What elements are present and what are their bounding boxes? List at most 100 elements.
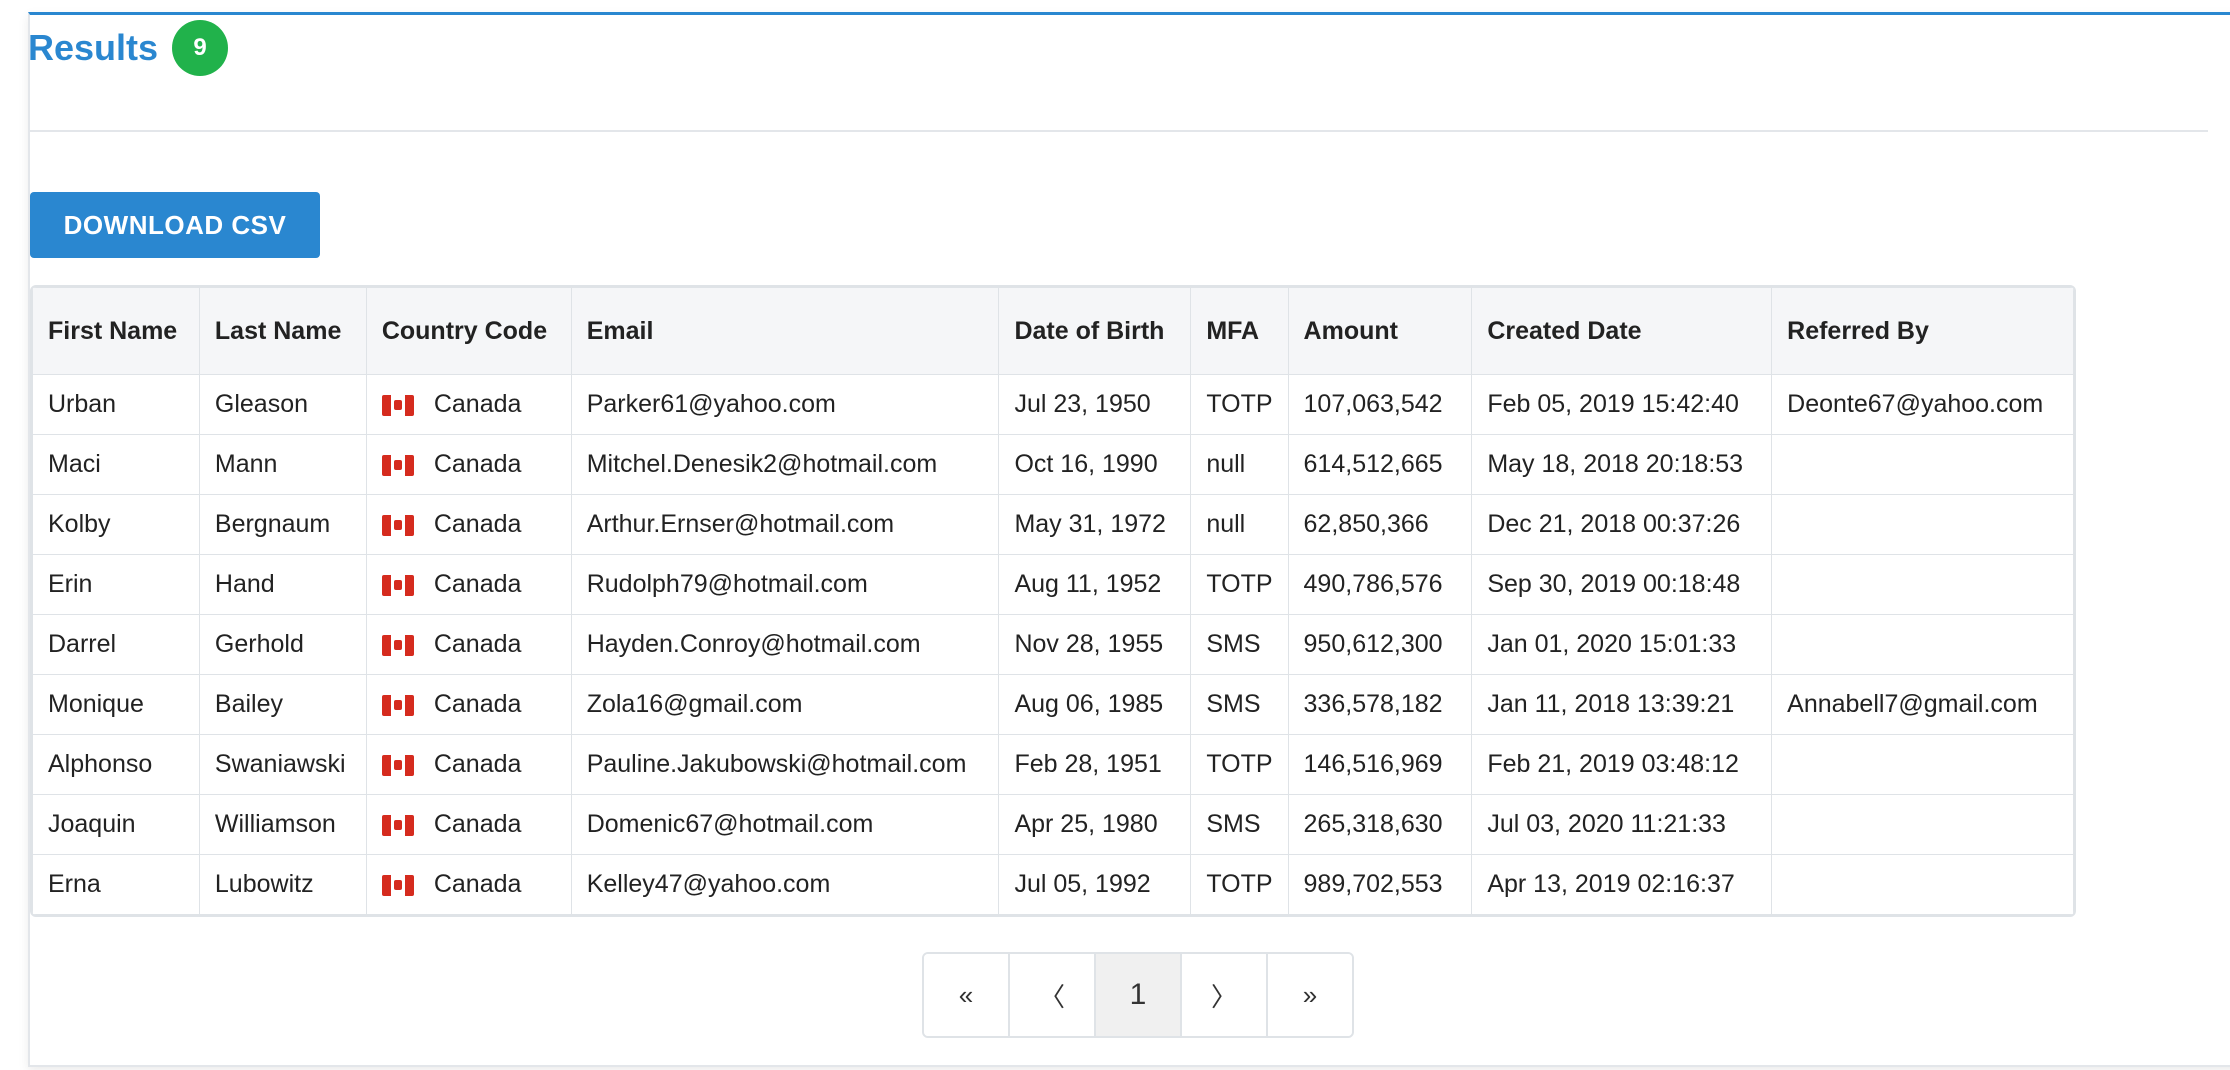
- cell-referred-by: [1771, 734, 2074, 795]
- cell-mfa: null: [1190, 494, 1289, 555]
- cell-first-name: Erin: [32, 554, 200, 615]
- canada-flag-icon: [381, 754, 414, 776]
- canada-flag-icon: [381, 694, 414, 716]
- cell-country-code: Canada: [365, 854, 572, 915]
- cell-last-name: Mann: [198, 434, 367, 495]
- column-header-email: Email: [570, 287, 1000, 375]
- cell-created-date: Feb 21, 2019 03:48:12: [1471, 734, 1773, 795]
- cell-mfa: TOTP: [1190, 374, 1289, 435]
- cell-country-code: Canada: [365, 374, 572, 435]
- country-name: Canada: [433, 690, 522, 718]
- column-header-referred-by: Referred By: [1771, 287, 2074, 375]
- cell-referred-by: [1771, 434, 2074, 495]
- cell-first-name: Urban: [32, 374, 200, 435]
- first-page-button[interactable]: «: [924, 954, 1010, 1036]
- table-row: Erin Hand Canada Rudolph79@hotmail.com Aug 1…: [32, 554, 2074, 615]
- canada-flag-icon: [381, 394, 414, 416]
- cell-last-name: Swaniawski: [198, 734, 367, 795]
- cell-amount: 490,786,576: [1287, 554, 1473, 615]
- cell-mfa: TOTP: [1190, 734, 1289, 795]
- cell-created-date: Sep 30, 2019 00:18:48: [1471, 554, 1773, 615]
- cell-email: Parker61@yahoo.com: [570, 374, 1000, 435]
- column-header-created-date: Created Date: [1471, 287, 1773, 375]
- page-1-button[interactable]: 1: [1096, 954, 1182, 1036]
- column-header-last-name: Last Name: [198, 287, 367, 375]
- prev-page-button[interactable]: 〈: [1010, 954, 1096, 1036]
- cell-date-of-birth: Feb 28, 1951: [998, 734, 1192, 795]
- cell-country-code: Canada: [365, 554, 572, 615]
- cell-country-code: Canada: [365, 434, 572, 495]
- column-header-mfa: MFA: [1190, 287, 1289, 375]
- cell-email: Arthur.Ernser@hotmail.com: [570, 494, 1000, 555]
- canada-flag-icon: [381, 454, 414, 476]
- country-name: Canada: [433, 630, 522, 658]
- cell-created-date: Jan 11, 2018 13:39:21: [1471, 674, 1773, 735]
- cell-first-name: Monique: [32, 674, 200, 735]
- country-name: Canada: [433, 870, 522, 898]
- cell-mfa: SMS: [1190, 794, 1289, 855]
- cell-created-date: May 18, 2018 20:18:53: [1471, 434, 1773, 495]
- cell-amount: 265,318,630: [1287, 794, 1473, 855]
- column-header-amount: Amount: [1287, 287, 1473, 375]
- cell-referred-by: [1771, 794, 2074, 855]
- cell-first-name: Maci: [32, 434, 200, 495]
- cell-amount: 146,516,969: [1287, 734, 1473, 795]
- country-name: Canada: [433, 750, 522, 778]
- cell-email: Mitchel.Denesik2@hotmail.com: [570, 434, 1000, 495]
- cell-mfa: TOTP: [1190, 854, 1289, 915]
- last-page-button[interactable]: »: [1268, 954, 1352, 1036]
- cell-amount: 62,850,366: [1287, 494, 1473, 555]
- cell-referred-by: [1771, 554, 2074, 615]
- results-header: Results 9: [28, 18, 229, 78]
- canada-flag-icon: [381, 874, 414, 896]
- cell-date-of-birth: Apr 25, 1980: [998, 794, 1192, 855]
- cell-amount: 950,612,300: [1287, 614, 1473, 675]
- cell-last-name: Gerhold: [198, 614, 367, 675]
- cell-last-name: Bergnaum: [198, 494, 367, 555]
- canada-flag-icon: [381, 514, 414, 536]
- cell-last-name: Bailey: [198, 674, 367, 735]
- cell-last-name: Gleason: [198, 374, 367, 435]
- cell-date-of-birth: Aug 11, 1952: [998, 554, 1192, 615]
- cell-referred-by: Deonte67@yahoo.com: [1771, 374, 2074, 435]
- cell-first-name: Kolby: [32, 494, 200, 555]
- results-table: First Name Last Name Country Code Email Date…: [30, 285, 2076, 917]
- cell-email: Domenic67@hotmail.com: [570, 794, 1000, 855]
- results-title: Results: [28, 27, 159, 68]
- cell-referred-by: [1771, 614, 2074, 675]
- cell-amount: 614,512,665: [1287, 434, 1473, 495]
- cell-country-code: Canada: [365, 734, 572, 795]
- next-page-button[interactable]: 〉: [1182, 954, 1268, 1036]
- cell-date-of-birth: Jul 05, 1992: [998, 854, 1192, 915]
- download-csv-button[interactable]: DOWNLOAD CSV: [30, 192, 320, 258]
- table-row: Darrel Gerhold Canada Hayden.Conroy@hotmail…: [32, 614, 2074, 675]
- cell-mfa: SMS: [1190, 674, 1289, 735]
- cell-first-name: Erna: [32, 854, 200, 915]
- cell-created-date: Dec 21, 2018 00:37:26: [1471, 494, 1773, 555]
- cell-first-name: Alphonso: [32, 734, 200, 795]
- cell-referred-by: [1771, 854, 2074, 915]
- canada-flag-icon: [381, 574, 414, 596]
- cell-date-of-birth: Oct 16, 1990: [998, 434, 1192, 495]
- cell-last-name: Lubowitz: [198, 854, 367, 915]
- country-name: Canada: [433, 570, 522, 598]
- cell-date-of-birth: Aug 06, 1985: [998, 674, 1192, 735]
- cell-date-of-birth: Jul 23, 1950: [998, 374, 1192, 435]
- cell-created-date: Feb 05, 2019 15:42:40: [1471, 374, 1773, 435]
- country-name: Canada: [433, 510, 522, 538]
- cell-amount: 336,578,182: [1287, 674, 1473, 735]
- cell-referred-by: Annabell7@gmail.com: [1771, 674, 2074, 735]
- cell-referred-by: [1771, 494, 2074, 555]
- cell-created-date: Jan 01, 2020 15:01:33: [1471, 614, 1773, 675]
- cell-country-code: Canada: [365, 674, 572, 735]
- table-header-row: First Name Last Name Country Code Email Date…: [32, 287, 2074, 375]
- cell-email: Pauline.Jakubowski@hotmail.com: [570, 734, 1000, 795]
- pagination: « 〈 1 〉 »: [922, 952, 1354, 1038]
- cell-last-name: Hand: [198, 554, 367, 615]
- cell-first-name: Joaquin: [32, 794, 200, 855]
- canada-flag-icon: [381, 814, 414, 836]
- table-row: Alphonso Swaniawski Canada Pauline.Jakubows…: [32, 734, 2074, 795]
- column-header-date-of-birth: Date of Birth: [998, 287, 1192, 375]
- cell-mfa: null: [1190, 434, 1289, 495]
- cell-mfa: TOTP: [1190, 554, 1289, 615]
